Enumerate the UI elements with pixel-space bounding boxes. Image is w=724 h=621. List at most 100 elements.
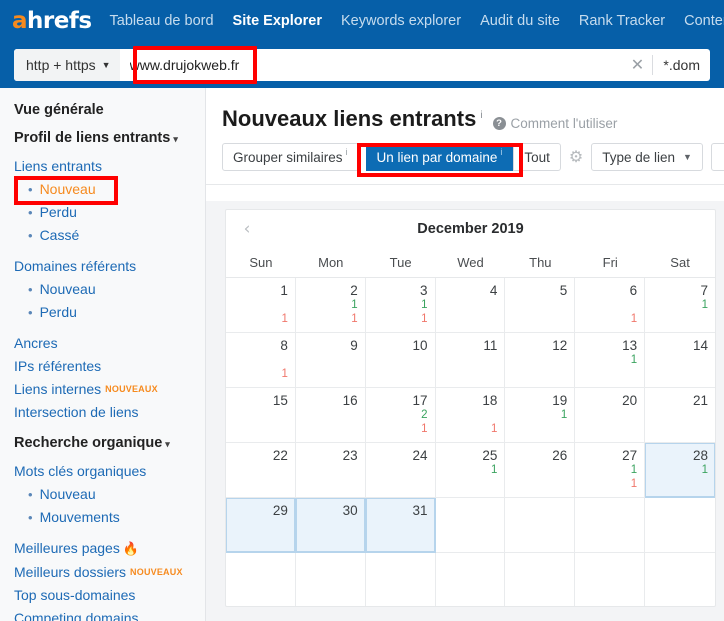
nav-item-rank-tracker[interactable]: Rank Tracker	[579, 13, 665, 29]
calendar-empty-cell	[645, 498, 715, 553]
sidebar-item-overview[interactable]: Vue générale	[14, 102, 205, 118]
clear-icon[interactable]: ✕	[622, 55, 652, 75]
sidebar-item-top-subdomains[interactable]: Top sous-domaines	[14, 587, 205, 603]
calendar-day-cell[interactable]: 16	[295, 388, 366, 443]
calendar-grid: 1 1 2 1 1 3 1 1 4 5 6 1 7 1 8 1 9 10 11 12 13 1 14 15 16 17 2 1 18 1 1…	[226, 278, 715, 606]
one-link-per-domain-button[interactable]: Un lien par domaine i	[365, 143, 514, 171]
badge-new: NOUVEAUX	[130, 567, 183, 577]
calendar-day-cell[interactable]: 31	[365, 498, 436, 553]
sidebar-item-backlinks-lost[interactable]: Perdu	[28, 204, 205, 220]
info-icon[interactable]: i	[480, 110, 482, 121]
calendar-day-cell[interactable]: 4	[435, 278, 506, 333]
calendar-empty-cell	[505, 553, 576, 606]
sidebar-item-backlinks[interactable]: Liens entrants	[14, 158, 205, 174]
calendar-day-number: 2	[350, 283, 358, 298]
calendar-day-cell[interactable]: 13 1	[575, 333, 646, 388]
calendar-day-cell[interactable]: 23	[295, 443, 366, 498]
sidebar-item-referring-domains-new[interactable]: Nouveau	[28, 281, 205, 297]
calendar-day-number: 29	[272, 503, 288, 518]
search-bar-row: http + https ▼ ✕ *.dom	[0, 42, 724, 88]
calendar-day-cell[interactable]: 25 1	[435, 443, 506, 498]
calendar-day-number: 19	[552, 393, 568, 408]
calendar-empty-cell	[226, 553, 296, 606]
prev-month-icon[interactable]: ‹	[236, 218, 258, 240]
sidebar-item-referring-ips[interactable]: IPs référentes	[14, 358, 205, 374]
calendar-day-cell[interactable]: 9	[295, 333, 366, 388]
sidebar-item-organic-keywords[interactable]: Mots clés organiques	[14, 463, 205, 479]
sidebar-section-organic-search[interactable]: Recherche organique ▾	[14, 435, 205, 451]
calendar-day-cell[interactable]: 26	[505, 443, 576, 498]
nav-item-dashboard[interactable]: Tableau de bord	[110, 13, 214, 29]
extra-filter-dropdown[interactable]	[710, 143, 724, 171]
nav-item-site-audit[interactable]: Audit du site	[480, 13, 560, 29]
calendar-day-cell[interactable]: 28 1	[645, 443, 715, 498]
sidebar-item-anchors[interactable]: Ancres	[14, 335, 205, 351]
sidebar-item-top-folders[interactable]: Meilleurs dossiers NOUVEAUX	[14, 564, 205, 580]
calendar-day-number: 11	[483, 338, 498, 353]
calendar-day-cell[interactable]: 21	[645, 388, 715, 443]
calendar-day-cell[interactable]: 12	[505, 333, 576, 388]
calendar-empty-cell	[366, 553, 436, 606]
calendar-day-cell[interactable]: 211	[295, 278, 366, 333]
calendar-day-cell[interactable]: 20	[575, 388, 646, 443]
weekday-tue: Tue	[389, 255, 412, 270]
sidebar-item-top-pages[interactable]: Meilleures pages 🔥	[14, 540, 205, 557]
calendar-day-number: 26	[552, 448, 568, 463]
chevron-down-icon: ▼	[683, 152, 692, 162]
all-button[interactable]: Tout	[513, 143, 561, 171]
calendar-empty-cell	[505, 498, 576, 553]
sidebar-item-organic-keywords-movements[interactable]: Mouvements	[28, 509, 205, 525]
sidebar-item-link-intersect[interactable]: Intersection de liens	[14, 404, 205, 420]
calendar-day-cell[interactable]: 29	[226, 498, 296, 553]
calendar-day-cell[interactable]: 11	[226, 278, 296, 333]
calendar-day-number: 4	[489, 283, 498, 298]
calendar-day-cell[interactable]: 19 1	[505, 388, 576, 443]
sidebar-item-internal-links[interactable]: Liens internes NOUVEAUX	[14, 381, 205, 397]
link-type-dropdown[interactable]: Type de lien ▼	[591, 143, 703, 171]
calendar-day-cell[interactable]: 30	[295, 498, 366, 553]
protocol-selector[interactable]: http + https ▼	[14, 49, 120, 81]
fire-icon: 🔥	[122, 541, 140, 556]
calendar-day-cell[interactable]: 24	[365, 443, 436, 498]
calendar-day-cell[interactable]: 22	[226, 443, 296, 498]
sidebar-item-referring-domains[interactable]: Domaines référents	[14, 258, 205, 274]
calendar-day-cell[interactable]: 61	[575, 278, 646, 333]
gear-icon[interactable]: ⚙	[569, 143, 583, 171]
sidebar-item-organic-keywords-new[interactable]: Nouveau	[28, 486, 205, 502]
calendar-day-cell[interactable]: 81	[226, 333, 296, 388]
calendar-day-number: 23	[342, 448, 358, 463]
group-similar-label: Grouper similaires	[233, 149, 343, 165]
calendar-empty-cell	[436, 553, 506, 606]
calendar-day-cell[interactable]: 5	[505, 278, 576, 333]
domain-mode-selector[interactable]: *.dom	[652, 55, 710, 75]
page-title: Nouveaux liens entrants	[222, 106, 477, 131]
sidebar-item-referring-domains-lost[interactable]: Perdu	[28, 304, 205, 320]
ahrefs-logo[interactable]: ahrefs	[12, 8, 92, 34]
sidebar-section-backlink-profile[interactable]: Profil de liens entrants ▾	[14, 130, 205, 146]
calendar-day-cell[interactable]: 17 2 1	[365, 388, 436, 443]
calendar-day-cell[interactable]: 27 1 1	[575, 443, 646, 498]
lost-links-count: 1	[421, 313, 428, 325]
how-to-use-link[interactable]: ? Comment l'utiliser	[492, 116, 617, 131]
calendar-day-cell[interactable]: 10	[365, 333, 436, 388]
nav-item-site-explorer[interactable]: Site Explorer	[233, 13, 322, 29]
calendar-day-cell[interactable]: 71	[645, 278, 715, 333]
sidebar-item-competing-domains[interactable]: Competing domains	[14, 610, 205, 621]
nav-item-keywords-explorer[interactable]: Keywords explorer	[341, 13, 461, 29]
calendar-day-number: 24	[412, 448, 428, 463]
calendar-day-number: 22	[272, 448, 288, 463]
calendar-day-number: 18	[482, 393, 498, 408]
sidebar-item-backlinks-broken[interactable]: Cassé	[28, 227, 205, 243]
sidebar-item-backlinks-new[interactable]: Nouveau	[28, 181, 205, 197]
search-box: http + https ▼ ✕ *.dom	[14, 49, 710, 81]
nav-item-content-explorer[interactable]: Content exp	[684, 13, 724, 29]
calendar-day-cell[interactable]: 311	[365, 278, 436, 333]
group-similar-button[interactable]: Grouper similaires i	[222, 143, 359, 171]
calendar-day-cell[interactable]: 18 1	[435, 388, 506, 443]
calendar-day-cell[interactable]: 11	[435, 333, 506, 388]
domain-search-input[interactable]	[119, 49, 623, 81]
calendar-day-cell[interactable]: 14	[645, 333, 715, 388]
calendar-header: ‹ December 2019	[226, 210, 715, 248]
calendar-day-cell[interactable]: 15	[226, 388, 296, 443]
